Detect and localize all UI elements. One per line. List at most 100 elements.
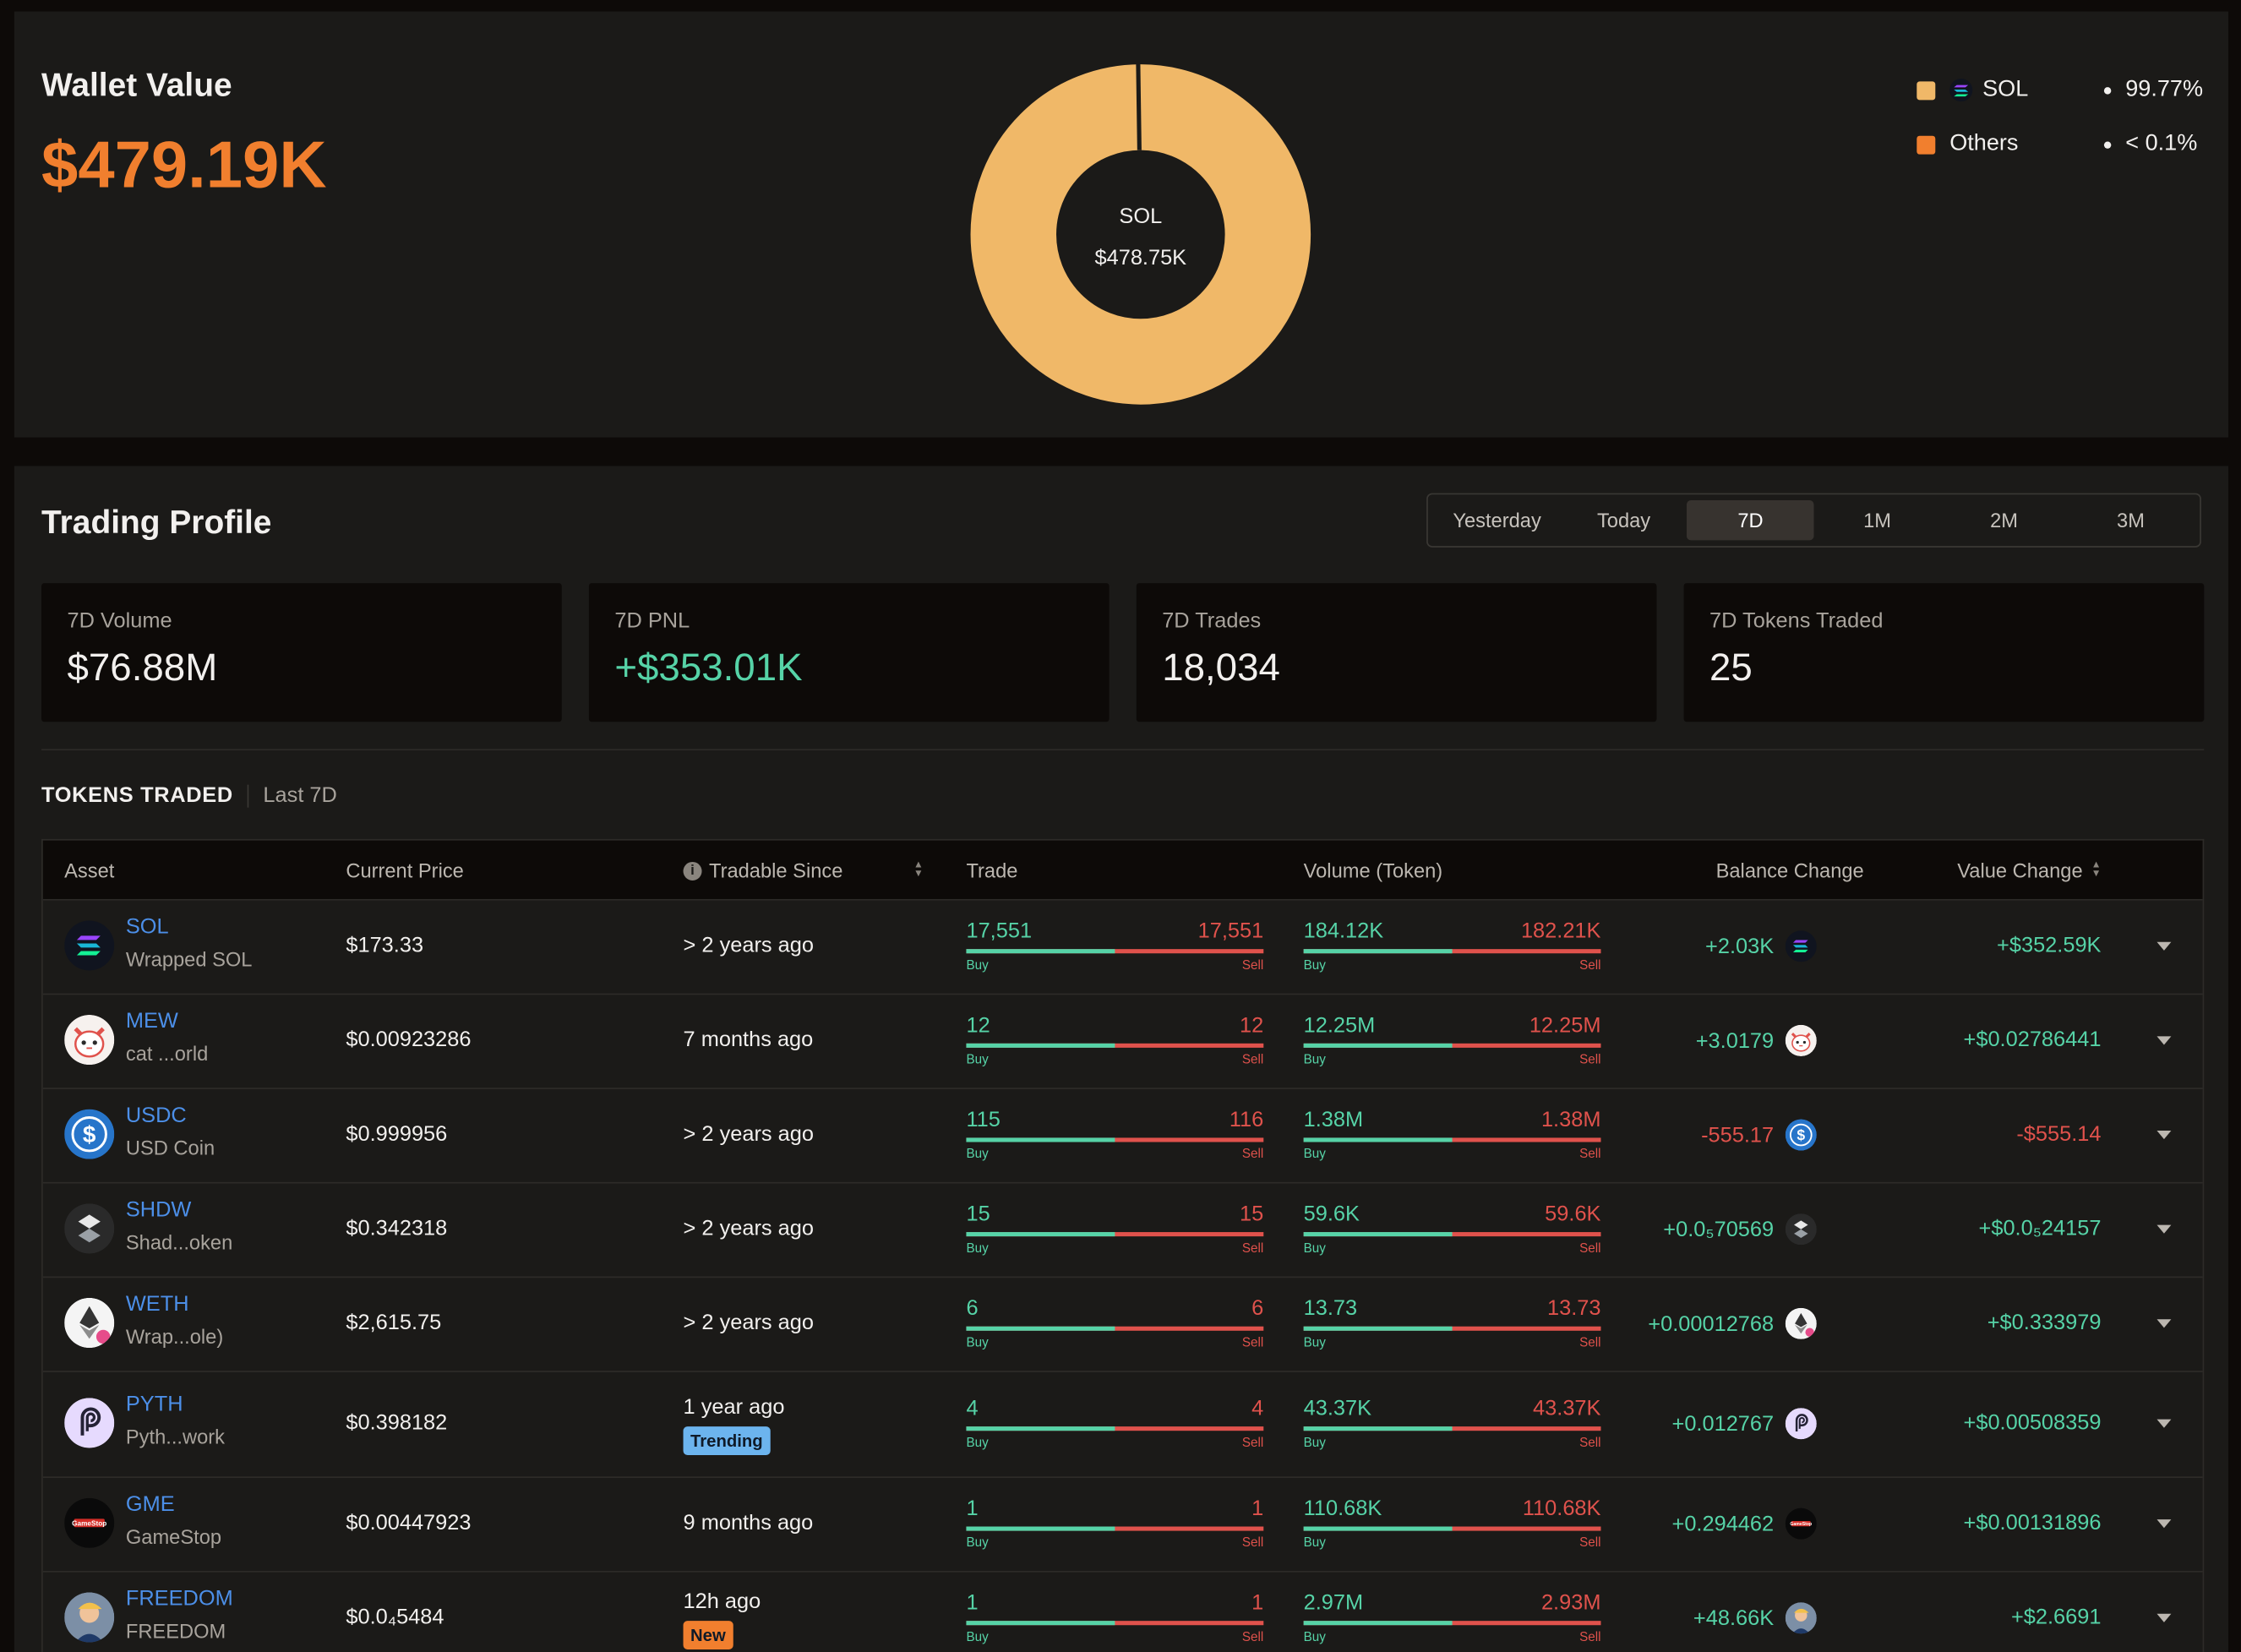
sell-label: Sell <box>1579 1435 1601 1450</box>
asset-symbol-link[interactable]: WETH <box>126 1292 189 1317</box>
asset-symbol-link[interactable]: USDC <box>126 1104 187 1128</box>
period-tab-2m[interactable]: 2M <box>1941 500 2068 540</box>
volume-buy-sell-bar: 12.25M 12.25M Buy Sell <box>1303 1013 1601 1066</box>
trading-profile-card: Trading Profile Yesterday Today 7D 1M 2M… <box>14 466 2229 1652</box>
table-row[interactable]: SHDW Shad...oken $0.342318 > 2 years ago… <box>42 1182 2203 1279</box>
table-row[interactable]: SOL Wrapped SOL $173.33 > 2 years ago 17… <box>42 899 2203 995</box>
volume-sell: 12.25M <box>1529 1013 1601 1039</box>
shdw-icon[interactable] <box>64 1203 115 1254</box>
stat-label: 7D PNL <box>614 608 690 634</box>
buy-label: Buy <box>1303 1535 1326 1550</box>
volume-ratio-line <box>1303 1326 1601 1331</box>
table-row[interactable]: GameStop GME GameStop $0.00447923 9 mont… <box>42 1476 2203 1573</box>
wallet-value-amount: $479.19K <box>41 127 327 202</box>
asset-symbol-link[interactable]: PYTH <box>126 1393 183 1417</box>
asset-symbol-link[interactable]: MEW <box>126 1009 178 1033</box>
balance-change: +0.294462 GameStop <box>1671 1508 1817 1540</box>
volume-buy-fill <box>1303 949 1453 954</box>
chevron-down-icon[interactable] <box>2156 1319 2172 1328</box>
chevron-down-icon[interactable] <box>2156 1613 2172 1622</box>
period-tab-3m[interactable]: 3M <box>2068 500 2195 540</box>
buy-label: Buy <box>966 1051 989 1066</box>
table-row[interactable]: $ USDC USD Coin $0.999956 > 2 years ago … <box>42 1088 2203 1184</box>
period-tab-7d[interactable]: 7D <box>1687 500 1814 541</box>
sol-icon[interactable] <box>64 920 115 971</box>
legend-item-sol[interactable]: SOL 99.77% <box>1917 63 2203 117</box>
trade-sell-count: 4 <box>1251 1396 1264 1421</box>
trade-buy-count: 1 <box>966 1497 979 1521</box>
trade-buy-sell-bar: 15 15 Buy Sell <box>966 1202 1264 1255</box>
balance-change-value: +0.0₅70569 <box>1663 1217 1775 1242</box>
sort-icon[interactable]: ▲ ▼ <box>913 860 924 879</box>
volume-ratio-line <box>1303 1526 1601 1531</box>
legend-swatch-sol <box>1917 80 1936 100</box>
stat-card-tokens-traded: 7D Tokens Traded 25 <box>1683 583 2205 722</box>
column-header-asset: Asset <box>64 859 115 882</box>
table-row[interactable]: WETH Wrap...ole) $2,615.75 > 2 years ago… <box>42 1277 2203 1372</box>
asset-symbol-link[interactable]: SHDW <box>126 1197 192 1222</box>
current-price: $0.999956 <box>346 1121 448 1147</box>
table-row[interactable]: MEW cat ...orld $0.00923286 7 months ago… <box>42 994 2203 1089</box>
trade-buy-sell-bar: 4 4 Buy Sell <box>966 1396 1264 1449</box>
column-header-value-change[interactable]: Value Change ▲ ▼ <box>1957 859 2101 882</box>
trade-buy-fill <box>966 1426 1115 1431</box>
sell-label: Sell <box>1241 1240 1264 1256</box>
volume-sell: 43.37K <box>1533 1396 1601 1421</box>
table-row[interactable]: PYTH Pyth...work $0.398182 1 year ago Tr… <box>42 1371 2203 1479</box>
asset-name: FREEDOM <box>125 1619 226 1643</box>
balance-change: +0.012767 <box>1671 1408 1817 1440</box>
period-tab-today[interactable]: Today <box>1561 500 1688 540</box>
current-price: $173.33 <box>346 933 424 958</box>
balance-change: +2.03K <box>1705 930 1817 962</box>
status-badge: New <box>683 1621 733 1649</box>
sell-label: Sell <box>1241 1629 1264 1644</box>
stat-value: $76.88M <box>67 646 218 690</box>
asset-name: cat ...orld <box>125 1042 209 1066</box>
volume-buy-sell-bar: 43.37K 43.37K Buy Sell <box>1303 1396 1601 1449</box>
freedom-icon[interactable] <box>64 1592 115 1643</box>
asset-name: USD Coin <box>125 1136 215 1159</box>
info-icon[interactable]: i <box>683 861 702 881</box>
asset-symbol-link[interactable]: GME <box>126 1492 175 1517</box>
trade-ratio-line <box>966 1326 1264 1331</box>
donut-slice-others[interactable] <box>1136 63 1142 150</box>
chevron-down-icon[interactable] <box>2156 1224 2172 1234</box>
buy-label: Buy <box>1303 1240 1326 1256</box>
asset-symbol-link[interactable]: SOL <box>126 915 169 940</box>
period-tab-yesterday[interactable]: Yesterday <box>1434 500 1561 540</box>
wallet-donut-chart[interactable]: SOL $478.75K <box>969 63 1312 406</box>
buy-label: Buy <box>1303 1051 1326 1066</box>
usdc-icon[interactable]: $ <box>64 1109 115 1159</box>
table-row[interactable]: FREEDOM FREEDOM $0.0₄5484 12h ago New 1 … <box>43 1571 2203 1652</box>
buy-label: Buy <box>1303 1146 1326 1161</box>
sell-label: Sell <box>1579 1146 1601 1161</box>
trade-sell-count: 17,551 <box>1197 919 1264 944</box>
mew-cat-icon[interactable] <box>64 1014 115 1066</box>
chevron-down-icon[interactable] <box>2156 1036 2172 1045</box>
buy-label: Buy <box>1303 957 1326 973</box>
asset-name: Wrapped SOL <box>125 947 253 971</box>
donut-center-value: $478.75K <box>1095 246 1187 270</box>
chevron-down-icon[interactable] <box>2156 1519 2172 1529</box>
shdw-icon <box>1785 1213 1817 1246</box>
column-header-tradable-since[interactable]: i Tradable Since ▲ ▼ <box>683 859 924 882</box>
period-tab-1m[interactable]: 1M <box>1814 500 1941 540</box>
sol-icon <box>1949 79 1973 102</box>
section-divider <box>41 749 2205 751</box>
pyth-icon[interactable] <box>64 1398 115 1448</box>
asset-symbol-link[interactable]: FREEDOM <box>126 1587 233 1611</box>
sort-icon[interactable]: ▲ ▼ <box>2091 860 2102 879</box>
sell-label: Sell <box>1241 1051 1264 1066</box>
eth-icon[interactable] <box>64 1297 115 1349</box>
gamestop-icon[interactable]: GameStop <box>64 1497 115 1548</box>
column-header-volume: Volume (Token) <box>1303 859 1443 882</box>
chevron-down-icon[interactable] <box>2156 1130 2172 1140</box>
trade-ratio-line <box>966 1621 1264 1626</box>
chevron-down-icon[interactable] <box>2156 1419 2172 1428</box>
legend-item-others[interactable]: Others < 0.1% <box>1917 117 2202 172</box>
stats-row: 7D Volume $76.88M 7D PNL +$353.01K 7D Tr… <box>41 583 2205 722</box>
chevron-down-icon[interactable] <box>2156 941 2172 951</box>
tokens-traded-title: TOKENS TRADED <box>41 782 233 808</box>
buy-label: Buy <box>1303 1334 1326 1349</box>
balance-change-value: -555.17 <box>1701 1122 1775 1148</box>
